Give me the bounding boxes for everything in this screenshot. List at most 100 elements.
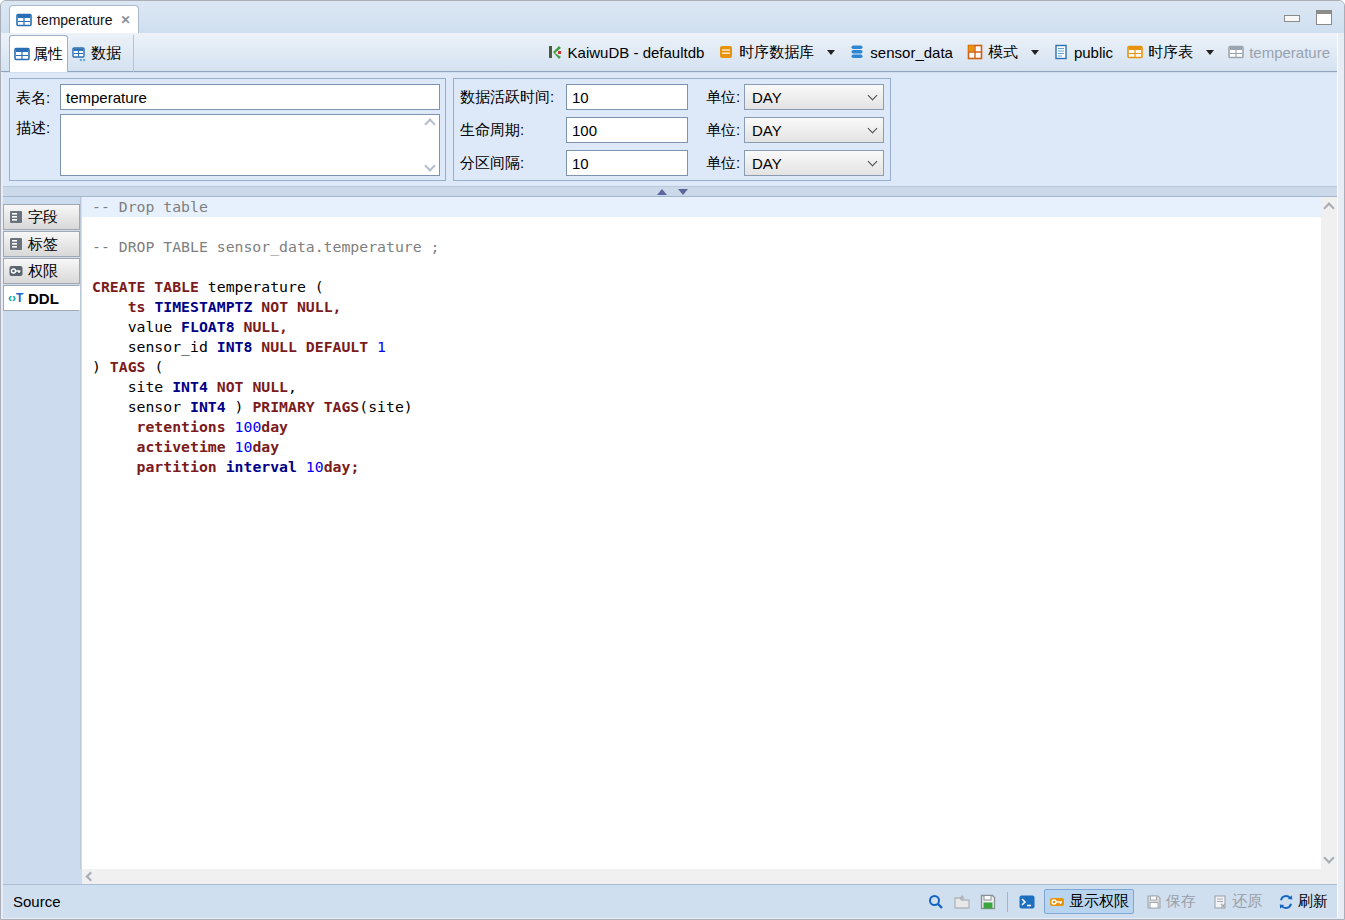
chevron-down-icon[interactable] xyxy=(1206,50,1214,55)
unit-label: 单位: xyxy=(706,154,744,173)
show-permissions-button[interactable]: 显示权限 xyxy=(1044,889,1134,914)
code-line: -- Drop table xyxy=(92,197,439,217)
key-icon xyxy=(8,263,24,279)
open-file-icon[interactable] xyxy=(953,893,971,911)
breadcrumb-schema[interactable]: public xyxy=(1053,44,1113,61)
table-icon xyxy=(16,12,32,28)
ddl-editor[interactable]: -- Drop table -- DROP TABLE sensor_data.… xyxy=(82,197,1321,869)
partition-interval-label: 分区间隔: xyxy=(460,154,566,173)
app-window: temperature ✕ 属性 数据 KaiwuDB - defaultdb … xyxy=(0,0,1345,920)
tab-data[interactable]: 数据 xyxy=(67,35,134,72)
save-label: 保存 xyxy=(1166,892,1196,911)
status-source-label: Source xyxy=(1,893,61,910)
breadcrumb-connection[interactable]: KaiwuDB - defaultdb xyxy=(547,44,705,61)
table-name-label: 表名: xyxy=(16,89,50,108)
code-line xyxy=(92,217,439,237)
scroll-down-icon[interactable] xyxy=(424,160,435,171)
rail-tab-tags[interactable]: 标签 xyxy=(3,231,80,257)
collapse-down-icon[interactable] xyxy=(678,189,688,195)
code-line: -- DROP TABLE sensor_data.temperature ; xyxy=(92,237,439,257)
search-icon[interactable] xyxy=(927,893,945,911)
minimize-icon[interactable] xyxy=(1284,15,1300,22)
description-textarea[interactable] xyxy=(60,114,440,176)
save-icon xyxy=(1146,894,1162,910)
breadcrumb-table[interactable]: temperature xyxy=(1228,44,1330,61)
scroll-up-icon[interactable] xyxy=(1323,202,1334,213)
active-time-unit-select[interactable]: DAY xyxy=(744,84,884,110)
tab-properties-label: 属性 xyxy=(33,45,63,64)
rail-tab-label: 权限 xyxy=(28,262,58,281)
view-tab-bar: 属性 数据 KaiwuDB - defaultdb 时序数据库 sensor_d… xyxy=(1,33,1344,72)
breadcrumb-database[interactable]: sensor_data xyxy=(849,44,953,61)
refresh-icon xyxy=(1278,894,1294,910)
ddl-icon: ‹›T xyxy=(8,290,24,306)
refresh-label: 刷新 xyxy=(1298,892,1328,911)
chevron-down-icon[interactable] xyxy=(827,50,835,55)
tab-data-label: 数据 xyxy=(91,44,121,63)
close-icon[interactable]: ✕ xyxy=(120,13,130,27)
table-icon xyxy=(14,46,30,62)
chevron-down-icon xyxy=(868,91,878,101)
breadcrumb-schema-label: public xyxy=(1074,44,1113,61)
rail-tab-ddl[interactable]: ‹›T DDL xyxy=(3,285,80,311)
chevron-down-icon xyxy=(868,124,878,134)
rail-tab-label: 字段 xyxy=(28,208,58,227)
title-bar: temperature ✕ xyxy=(1,1,1344,33)
permissions-key-icon xyxy=(1049,894,1065,910)
breadcrumb-schema-type[interactable]: 模式 xyxy=(967,43,1039,62)
table-name-input[interactable]: temperature xyxy=(60,84,440,110)
divider xyxy=(1007,892,1008,912)
lifecycle-input[interactable]: 100 xyxy=(566,117,688,143)
breadcrumb-db-type-label: 时序数据库 xyxy=(739,43,814,62)
scroll-up-icon[interactable] xyxy=(424,118,435,129)
retention-group: 数据活跃时间: 10 单位: DAY 生命周期: 100 单位: DAY 分区间… xyxy=(453,78,891,181)
collapse-up-icon[interactable] xyxy=(657,189,667,195)
save-button[interactable]: 保存 xyxy=(1142,890,1200,913)
timeseries-db-icon xyxy=(718,44,734,60)
partition-interval-input[interactable]: 10 xyxy=(566,150,688,176)
name-desc-group: 表名: temperature 描述: xyxy=(9,78,446,181)
window-frame xyxy=(1337,33,1344,919)
columns-icon xyxy=(8,209,24,225)
partition-interval-unit-select[interactable]: DAY xyxy=(744,150,884,176)
rail-tab-label: 标签 xyxy=(28,235,58,254)
breadcrumb-db-type[interactable]: 时序数据库 xyxy=(718,43,835,62)
schema-icon xyxy=(967,44,983,60)
maximize-icon[interactable] xyxy=(1316,10,1332,25)
rail-tab-columns[interactable]: 字段 xyxy=(3,204,80,230)
scroll-down-icon[interactable] xyxy=(1323,852,1334,863)
splitter-sash[interactable] xyxy=(1,186,1344,197)
kaiwudb-logo-icon xyxy=(547,44,563,60)
document-tab-temperature[interactable]: temperature ✕ xyxy=(9,5,139,33)
code-line: ) TAGS ( xyxy=(92,357,439,377)
scroll-left-icon[interactable] xyxy=(86,872,96,882)
code-line: partition interval 10day; xyxy=(92,457,439,477)
revert-button[interactable]: 还原 xyxy=(1208,890,1266,913)
horizontal-scrollbar[interactable] xyxy=(82,869,1321,884)
breadcrumb-table-type[interactable]: 时序表 xyxy=(1127,43,1214,62)
unit-select-value: DAY xyxy=(752,89,782,106)
rail-tab-label: DDL xyxy=(28,290,59,307)
revert-label: 还原 xyxy=(1232,892,1262,911)
code-line xyxy=(92,257,439,277)
breadcrumb-table-type-label: 时序表 xyxy=(1148,43,1193,62)
section-rail: 字段 标签 权限 ‹›T DDL xyxy=(1,197,81,884)
breadcrumb-database-label: sensor_data xyxy=(870,44,953,61)
status-bar: Source 显示权限 保存 还原 刷新 xyxy=(1,884,1344,918)
lifecycle-unit-select[interactable]: DAY xyxy=(744,117,884,143)
active-time-label: 数据活跃时间: xyxy=(460,88,566,107)
window-frame xyxy=(1,72,3,919)
save-to-file-icon[interactable] xyxy=(979,893,997,911)
unit-label: 单位: xyxy=(706,88,744,107)
chevron-down-icon[interactable] xyxy=(1031,50,1039,55)
breadcrumb-table-label: temperature xyxy=(1249,44,1330,61)
terminal-icon[interactable] xyxy=(1018,893,1036,911)
rail-tab-permissions[interactable]: 权限 xyxy=(3,258,80,284)
refresh-button[interactable]: 刷新 xyxy=(1274,890,1332,913)
textarea-scrollbar[interactable] xyxy=(421,116,438,174)
vertical-scrollbar[interactable] xyxy=(1321,197,1338,869)
active-time-input[interactable]: 10 xyxy=(566,84,688,110)
table-icon xyxy=(1228,44,1244,60)
tab-properties[interactable]: 属性 xyxy=(9,35,68,72)
timeseries-table-icon xyxy=(1127,44,1143,60)
